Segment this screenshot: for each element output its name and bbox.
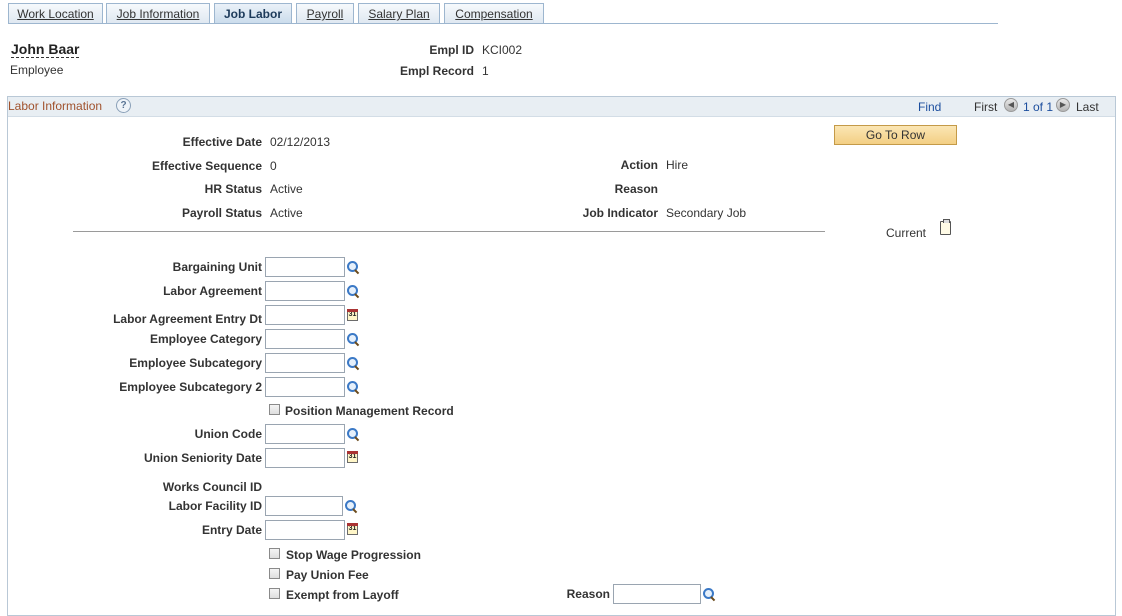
help-icon[interactable]: ?	[116, 98, 131, 113]
current-label: Current	[886, 226, 926, 240]
payroll-status-value: Active	[270, 206, 303, 220]
labor-agreement-entry-dt-calendar-icon[interactable]: 31	[347, 309, 358, 321]
action-value: Hire	[666, 158, 688, 172]
labor-facility-id-lookup-icon[interactable]	[344, 499, 358, 513]
exempt-from-layoff-label: Exempt from Layoff	[286, 588, 399, 602]
stop-wage-progression-checkbox[interactable]	[269, 548, 280, 559]
pay-union-fee-checkbox[interactable]	[269, 568, 280, 579]
last-label: Last	[1076, 100, 1099, 114]
reason-label: Reason	[498, 182, 658, 196]
stop-wage-progression-label: Stop Wage Progression	[286, 548, 421, 562]
employee-subcategory-lookup-icon[interactable]	[346, 356, 360, 370]
tab-job-labor[interactable]: Job Labor	[214, 3, 292, 23]
tab-bar-divider	[8, 23, 998, 24]
tab-compensation[interactable]: Compensation	[444, 3, 544, 23]
employee-subcategory-input[interactable]	[265, 353, 345, 373]
entry-date-label: Entry Date	[62, 523, 262, 537]
bargaining-unit-lookup-icon[interactable]	[346, 260, 360, 274]
employee-name: John Baar	[11, 41, 79, 58]
union-code-label: Union Code	[62, 427, 262, 441]
layoff-reason-lookup-icon[interactable]	[702, 587, 716, 601]
labor-agreement-entry-dt-input[interactable]	[265, 305, 345, 325]
tab-payroll[interactable]: Payroll	[296, 3, 354, 23]
union-seniority-date-label: Union Seniority Date	[62, 451, 262, 465]
find-link[interactable]: Find	[918, 100, 941, 114]
empl-record-label: Empl Record	[374, 64, 474, 78]
labor-facility-id-label: Labor Facility ID	[62, 499, 262, 513]
labor-agreement-input[interactable]	[265, 281, 345, 301]
labor-agreement-label: Labor Agreement	[62, 284, 262, 298]
union-seniority-date-input[interactable]	[265, 448, 345, 468]
union-seniority-date-calendar-icon[interactable]: 31	[347, 451, 358, 463]
employee-subcategory-label: Employee Subcategory	[62, 356, 262, 370]
empl-record-value: 1	[482, 64, 489, 78]
employee-category-input[interactable]	[265, 329, 345, 349]
employee-category-label: Employee Category	[62, 332, 262, 346]
pay-union-fee-label: Pay Union Fee	[286, 568, 369, 582]
position-management-record-label: Position Management Record	[285, 404, 454, 418]
employee-subcategory-2-lookup-icon[interactable]	[346, 380, 360, 394]
tab-salary-plan[interactable]: Salary Plan	[358, 3, 440, 23]
labor-agreement-entry-dt-label: Labor Agreement Entry Dt	[62, 312, 262, 326]
section-header: Labor Information ? Find First ◀ 1 of 1 …	[8, 97, 1115, 117]
current-record-icon[interactable]	[940, 221, 951, 235]
labor-agreement-lookup-icon[interactable]	[346, 284, 360, 298]
hr-status-value: Active	[270, 182, 303, 196]
union-code-input[interactable]	[265, 424, 345, 444]
payroll-status-label: Payroll Status	[62, 206, 262, 220]
empl-id-label: Empl ID	[374, 43, 474, 57]
exempt-from-layoff-checkbox[interactable]	[269, 588, 280, 599]
section-divider	[73, 231, 825, 232]
tab-work-location[interactable]: Work Location	[8, 3, 103, 23]
first-label: First	[974, 100, 997, 114]
employee-subcategory-2-input[interactable]	[265, 377, 345, 397]
previous-row-icon[interactable]: ◀	[1004, 98, 1018, 112]
layoff-reason-input[interactable]	[613, 584, 701, 604]
union-code-lookup-icon[interactable]	[346, 427, 360, 441]
employee-category-lookup-icon[interactable]	[346, 332, 360, 346]
entry-date-input[interactable]	[265, 520, 345, 540]
next-row-icon[interactable]: ▶	[1056, 98, 1070, 112]
bargaining-unit-input[interactable]	[265, 257, 345, 277]
effective-date-value: 02/12/2013	[270, 135, 330, 149]
empl-id-value: KCI002	[482, 43, 522, 57]
effective-sequence-label: Effective Sequence	[62, 159, 262, 173]
entry-date-calendar-icon[interactable]: 31	[347, 523, 358, 535]
job-indicator-label: Job Indicator	[498, 206, 658, 220]
bargaining-unit-label: Bargaining Unit	[62, 260, 262, 274]
tab-job-information[interactable]: Job Information	[106, 3, 210, 23]
effective-date-label: Effective Date	[62, 135, 262, 149]
action-label: Action	[498, 158, 658, 172]
hr-status-label: HR Status	[62, 182, 262, 196]
row-count: 1 of 1	[1023, 100, 1053, 114]
effective-sequence-value: 0	[270, 159, 277, 173]
works-council-id-label: Works Council ID	[62, 480, 262, 494]
employee-type: Employee	[10, 63, 63, 77]
labor-facility-id-input[interactable]	[265, 496, 343, 516]
layoff-reason-label: Reason	[510, 587, 610, 601]
go-to-row-button[interactable]: Go To Row	[834, 125, 957, 145]
job-indicator-value: Secondary Job	[666, 206, 746, 220]
employee-subcategory-2-label: Employee Subcategory 2	[62, 380, 262, 394]
position-management-record-checkbox[interactable]	[269, 404, 280, 415]
section-title: Labor Information	[8, 99, 102, 113]
